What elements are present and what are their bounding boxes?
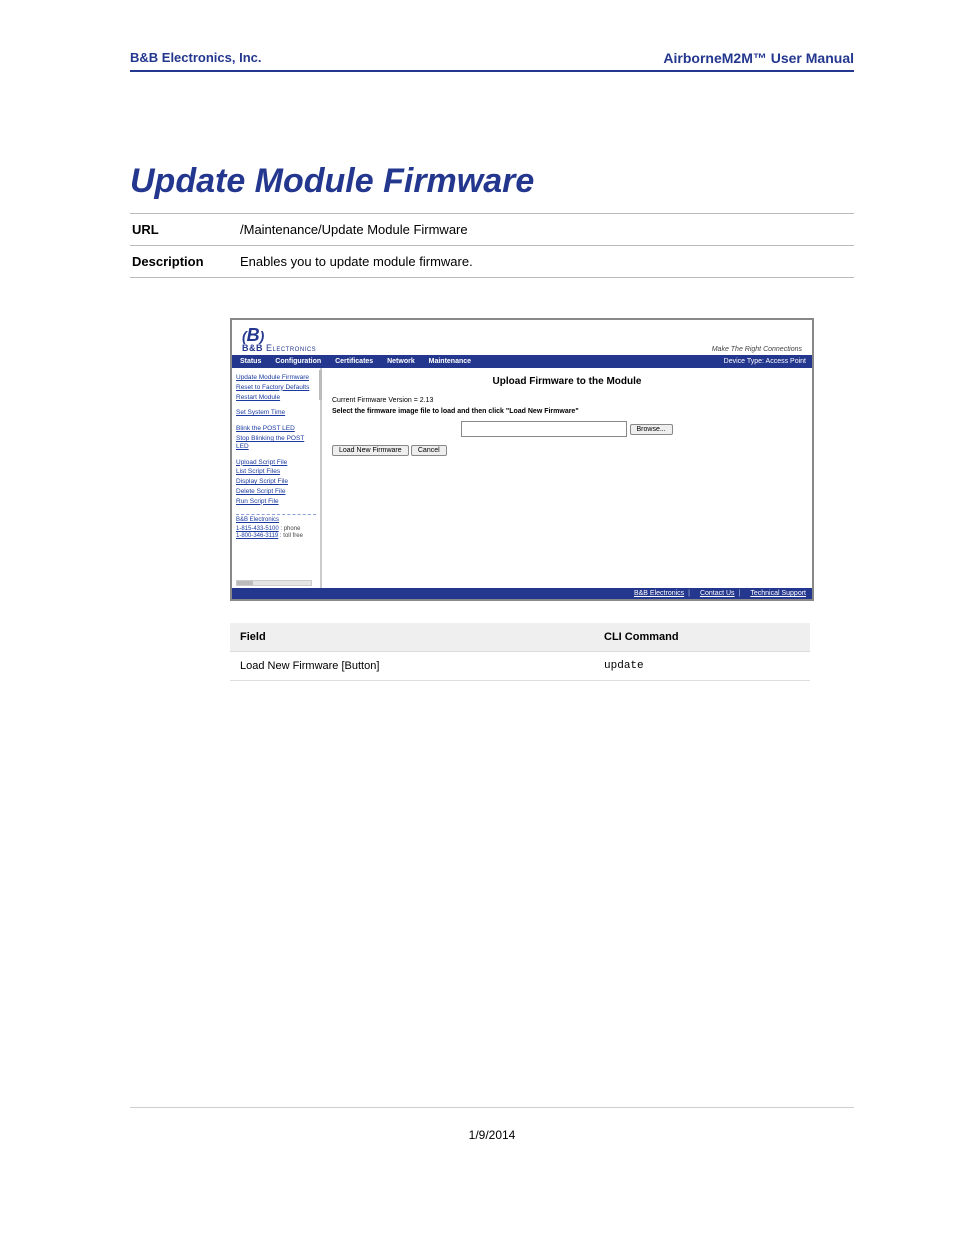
sidebar-phone1-label: phone xyxy=(284,526,301,532)
sidebar-item-delete-script[interactable]: Delete Script File xyxy=(236,488,316,496)
embedded-ui: (B) B&B Electronics Make The Right Conne… xyxy=(230,318,814,601)
logo-bb: B&B xyxy=(242,343,263,353)
sidebar-contact-title[interactable]: B&B Electronics xyxy=(236,517,316,524)
footer-date: 1/9/2014 xyxy=(130,1108,854,1142)
sidebar-phone2-label: toll free xyxy=(283,533,303,539)
tab-maintenance[interactable]: Maintenance xyxy=(427,358,471,365)
content-panel: Upload Firmware to the Module Current Fi… xyxy=(322,368,812,588)
sidebar-item-restart[interactable]: Restart Module xyxy=(236,394,316,402)
sidebar-scroll-thumb[interactable] xyxy=(319,370,322,400)
page-title: Update Module Firmware xyxy=(130,162,854,201)
logo-b-icon: B xyxy=(247,325,260,345)
sidebar-item-display-script[interactable]: Display Script File xyxy=(236,478,316,486)
tab-configuration[interactable]: Configuration xyxy=(273,358,321,365)
doc-header: B&B Electronics, Inc. AirborneM2M™ User … xyxy=(130,50,854,72)
meta-table: URL /Maintenance/Update Module Firmware … xyxy=(130,213,854,278)
meta-desc-label: Description xyxy=(130,246,238,278)
device-type-label: Device Type: Access Point xyxy=(724,358,806,365)
tab-certificates[interactable]: Certificates xyxy=(333,358,373,365)
company-name: B&B Electronics, Inc. xyxy=(130,50,261,66)
ui-footer: B&B Electronics| Contact Us| Technical S… xyxy=(232,588,812,599)
tab-network[interactable]: Network xyxy=(385,358,415,365)
sidebar-item-stop-blink-led[interactable]: Stop Blinking the POST LED xyxy=(236,435,316,451)
meta-url-label: URL xyxy=(130,214,238,246)
footer-link-support[interactable]: Technical Support xyxy=(750,590,806,597)
sidebar-item-set-time[interactable]: Set System Time xyxy=(236,409,316,417)
manual-title: AirborneM2M™ User Manual xyxy=(663,50,854,66)
content-heading: Upload Firmware to the Module xyxy=(332,376,802,387)
tab-status[interactable]: Status xyxy=(238,358,261,365)
sidebar-item-run-script[interactable]: Run Script File xyxy=(236,498,316,506)
brand-logo: (B) B&B Electronics xyxy=(242,326,316,353)
load-firmware-button[interactable]: Load New Firmware xyxy=(332,445,409,456)
sidebar-item-update-firmware[interactable]: Update Module Firmware xyxy=(236,374,316,382)
cli-head-field: Field xyxy=(230,623,594,652)
footer-link-bb[interactable]: B&B Electronics xyxy=(634,590,684,597)
tagline: Make The Right Connections xyxy=(712,346,802,353)
sidebar-item-list-scripts[interactable]: List Script Files xyxy=(236,468,316,476)
firmware-version: Current Firmware Version = 2.13 xyxy=(332,397,802,404)
cli-row-field: Load New Firmware [Button] xyxy=(230,652,594,681)
cli-row-cmd: update xyxy=(594,652,810,681)
sidebar-item-upload-script[interactable]: Upload Script File xyxy=(236,459,316,467)
cancel-button[interactable]: Cancel xyxy=(411,445,447,456)
sidebar-item-blink-led[interactable]: Blink the POST LED xyxy=(236,425,316,433)
meta-url-value: /Maintenance/Update Module Firmware xyxy=(238,214,854,246)
sidebar-hscroll[interactable] xyxy=(236,580,312,586)
browse-button[interactable]: Browse... xyxy=(630,424,673,435)
sidebar-phone2[interactable]: 1-800-346-3119 xyxy=(236,533,278,539)
footer-link-contact[interactable]: Contact Us xyxy=(700,590,735,597)
sidebar: Update Module Firmware Reset to Factory … xyxy=(232,368,322,588)
sidebar-item-factory-reset[interactable]: Reset to Factory Defaults xyxy=(236,384,316,392)
logo-paren-right: ) xyxy=(260,328,265,344)
file-path-input[interactable] xyxy=(461,421,627,437)
instruction-text: Select the firmware image file to load a… xyxy=(332,408,802,415)
meta-desc-value: Enables you to update module firmware. xyxy=(238,246,854,278)
navbar: Status Configuration Certificates Networ… xyxy=(232,355,812,368)
cli-head-cmd: CLI Command xyxy=(594,623,810,652)
cli-table: Field CLI Command Load New Firmware [But… xyxy=(230,623,810,681)
sidebar-phone1[interactable]: 1-815-433-5100 xyxy=(236,526,279,532)
logo-electronics: Electronics xyxy=(263,343,316,353)
